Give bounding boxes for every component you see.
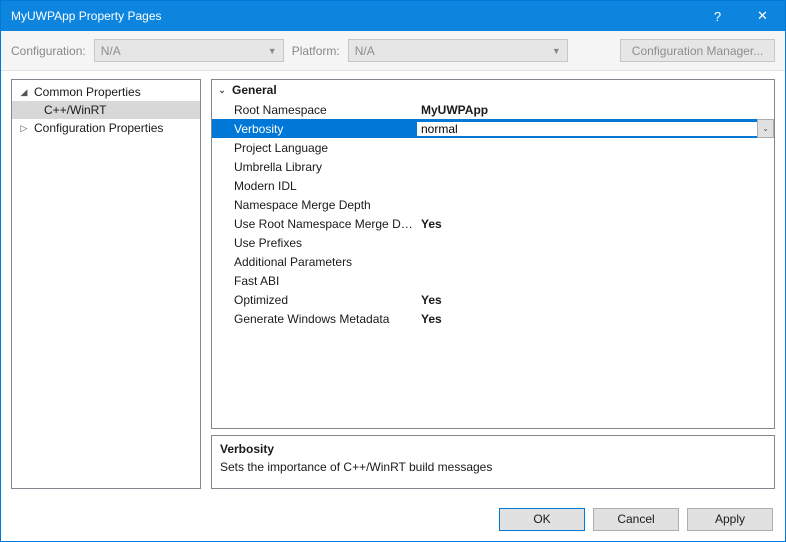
tree-item-label: C++/WinRT [40, 103, 106, 117]
tree-item-cpp-winrt[interactable]: C++/WinRT [12, 101, 200, 119]
help-icon[interactable]: ? [695, 1, 740, 31]
cancel-button[interactable]: Cancel [593, 508, 679, 531]
right-column: ⌄ General Root NamespaceMyUWPAppVerbosit… [211, 79, 775, 489]
tree-item-configuration-properties[interactable]: ▷ Configuration Properties [12, 119, 200, 137]
property-row[interactable]: Fast ABI [212, 271, 774, 290]
toolbar: Configuration: N/A ▼ Platform: N/A ▼ Con… [1, 31, 785, 71]
titlebar: MyUWPApp Property Pages ? ✕ [1, 1, 785, 31]
description-panel: Verbosity Sets the importance of C++/Win… [211, 435, 775, 489]
property-name: Modern IDL [212, 179, 417, 193]
dialog-window: MyUWPApp Property Pages ? ✕ Configuratio… [0, 0, 786, 542]
platform-value: N/A [355, 44, 375, 58]
property-value[interactable]: Yes [417, 217, 774, 231]
tree-item-label: Common Properties [30, 85, 141, 99]
property-group-header[interactable]: ⌄ General [212, 80, 774, 100]
property-value[interactable]: normal [417, 122, 774, 136]
configuration-manager-button[interactable]: Configuration Manager... [620, 39, 775, 62]
ok-button[interactable]: OK [499, 508, 585, 531]
property-row[interactable]: Generate Windows MetadataYes [212, 309, 774, 328]
description-title: Verbosity [220, 442, 766, 456]
property-name: Use Prefixes [212, 236, 417, 250]
property-value[interactable]: Yes [417, 312, 774, 326]
property-row[interactable]: Umbrella Library [212, 157, 774, 176]
chevron-down-icon: ▼ [552, 46, 561, 56]
dropdown-button[interactable]: ⌄ [757, 119, 774, 138]
property-name: Optimized [212, 293, 417, 307]
platform-label: Platform: [292, 44, 340, 58]
close-icon[interactable]: ✕ [740, 1, 785, 31]
collapse-icon[interactable]: ⌄ [212, 85, 232, 96]
property-value[interactable]: Yes [417, 293, 774, 307]
property-name: Namespace Merge Depth [212, 198, 417, 212]
property-row[interactable]: Project Language [212, 138, 774, 157]
property-row[interactable]: Use Prefixes [212, 233, 774, 252]
chevron-down-icon: ▼ [268, 46, 277, 56]
property-value[interactable]: MyUWPApp [417, 103, 774, 117]
property-row[interactable]: Root NamespaceMyUWPApp [212, 100, 774, 119]
window-title: MyUWPApp Property Pages [11, 9, 695, 23]
configuration-label: Configuration: [11, 44, 86, 58]
collapse-icon[interactable]: ◢ [18, 87, 30, 98]
property-name: Generate Windows Metadata [212, 312, 417, 326]
property-name: Project Language [212, 141, 417, 155]
property-name: Verbosity [212, 122, 417, 136]
property-name: Root Namespace [212, 103, 417, 117]
property-row[interactable]: Namespace Merge Depth [212, 195, 774, 214]
property-row[interactable]: OptimizedYes [212, 290, 774, 309]
platform-combo[interactable]: N/A ▼ [348, 39, 568, 62]
tree-item-common-properties[interactable]: ◢ Common Properties [12, 83, 200, 101]
property-row[interactable]: Verbositynormal⌄ [212, 119, 774, 138]
content-area: ◢ Common Properties C++/WinRT ▷ Configur… [1, 71, 785, 497]
property-name: Fast ABI [212, 274, 417, 288]
property-row[interactable]: Modern IDL [212, 176, 774, 195]
description-text: Sets the importance of C++/WinRT build m… [220, 460, 766, 474]
property-row[interactable]: Use Root Namespace Merge DepthYes [212, 214, 774, 233]
expand-icon[interactable]: ▷ [18, 123, 30, 134]
property-row[interactable]: Additional Parameters [212, 252, 774, 271]
property-grid[interactable]: ⌄ General Root NamespaceMyUWPAppVerbosit… [211, 79, 775, 429]
property-name: Use Root Namespace Merge Depth [212, 217, 417, 231]
property-name: Additional Parameters [212, 255, 417, 269]
chevron-down-icon: ⌄ [762, 124, 769, 133]
dialog-footer: OK Cancel Apply [1, 497, 785, 541]
tree-item-label: Configuration Properties [30, 121, 163, 135]
category-tree[interactable]: ◢ Common Properties C++/WinRT ▷ Configur… [11, 79, 201, 489]
property-group-title: General [232, 83, 277, 97]
property-name: Umbrella Library [212, 160, 417, 174]
configuration-combo[interactable]: N/A ▼ [94, 39, 284, 62]
configuration-value: N/A [101, 44, 121, 58]
apply-button[interactable]: Apply [687, 508, 773, 531]
